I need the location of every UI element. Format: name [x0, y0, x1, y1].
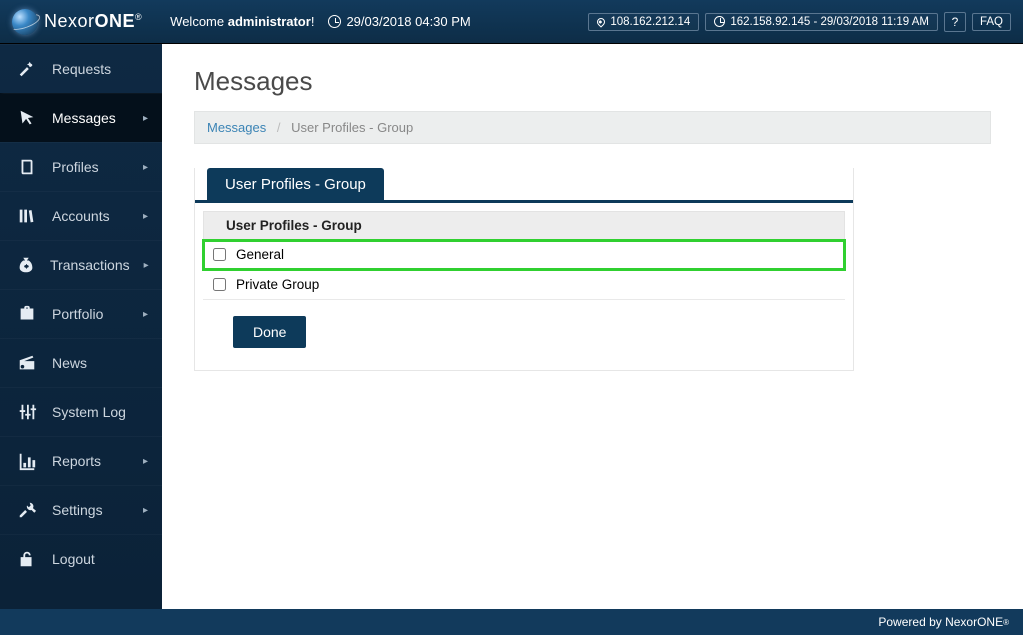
- sidebar-item-label: Accounts: [52, 208, 129, 224]
- footer-reg: ®: [1003, 618, 1009, 627]
- group-checkbox[interactable]: [213, 248, 226, 261]
- cursor-icon: [16, 108, 38, 128]
- sidebar-item-label: Logout: [52, 551, 148, 567]
- moneybag-icon: [16, 255, 36, 275]
- last-ip-chip[interactable]: 162.158.92.145 - 29/03/2018 11:19 AM: [705, 13, 938, 31]
- brand-name-a: Nexor: [44, 11, 95, 31]
- sidebar-item-system-log[interactable]: System Log: [0, 387, 162, 436]
- sidebar-item-requests[interactable]: Requests: [0, 44, 162, 93]
- radio-icon: [16, 353, 38, 373]
- wand-icon: [16, 59, 38, 79]
- sidebar-item-label: Messages: [52, 110, 129, 126]
- tools-icon: [16, 500, 38, 520]
- sidebar-item-label: Portfolio: [52, 306, 129, 322]
- sidebar-item-label: News: [52, 355, 148, 371]
- chevron-right-icon: ▸: [143, 309, 148, 320]
- sidebar-item-transactions[interactable]: Transactions ▸: [0, 240, 162, 289]
- sidebar-item-label: Profiles: [52, 159, 129, 175]
- chevron-right-icon: ▸: [143, 113, 148, 124]
- page-title: Messages: [194, 66, 991, 97]
- tab-row: User Profiles - Group: [195, 168, 853, 203]
- breadcrumb-root-link[interactable]: Messages: [207, 120, 266, 135]
- table-header: User Profiles - Group: [203, 211, 845, 240]
- chart-icon: [16, 451, 38, 471]
- lock-icon: [16, 549, 38, 569]
- breadcrumb-current: User Profiles - Group: [291, 120, 413, 135]
- chevron-right-icon: ▸: [143, 211, 148, 222]
- chevron-right-icon: ▸: [144, 260, 149, 271]
- sidebar-item-label: System Log: [52, 404, 148, 420]
- brand-orb-icon: [12, 9, 38, 35]
- group-row[interactable]: General: [203, 240, 845, 270]
- group-row[interactable]: Private Group: [203, 270, 845, 300]
- books-icon: [16, 206, 38, 226]
- sidebar-item-settings[interactable]: Settings ▸: [0, 485, 162, 534]
- panel: User Profiles - Group User Profiles - Gr…: [194, 168, 854, 371]
- briefcase-icon: [16, 304, 38, 324]
- sidebar-item-label: Reports: [52, 453, 129, 469]
- sidebar-item-logout[interactable]: Logout: [0, 534, 162, 583]
- footer-text: Powered by NexorONE: [878, 615, 1003, 629]
- brand-name-b: ONE: [95, 11, 136, 31]
- faq-button[interactable]: FAQ: [972, 13, 1011, 31]
- sidebar-item-reports[interactable]: Reports ▸: [0, 436, 162, 485]
- chevron-right-icon: ▸: [143, 456, 148, 467]
- tab-user-profiles-group[interactable]: User Profiles - Group: [207, 168, 384, 200]
- welcome-text: Welcome administrator!: [170, 14, 314, 29]
- group-checkbox[interactable]: [213, 278, 226, 291]
- sidebar-item-label: Transactions: [50, 257, 130, 273]
- sidebar-item-label: Requests: [52, 61, 148, 77]
- sidebar-item-profiles[interactable]: Profiles ▸: [0, 142, 162, 191]
- current-ip-text: 108.162.212.14: [610, 16, 690, 28]
- group-label: Private Group: [236, 277, 319, 292]
- help-button[interactable]: ?: [944, 12, 966, 32]
- topbar: NexorONE® Welcome administrator! 29/03/2…: [0, 0, 1023, 44]
- current-ip-chip[interactable]: 108.162.212.14: [588, 13, 699, 31]
- clock-icon: [714, 16, 725, 27]
- breadcrumb: Messages / User Profiles - Group: [194, 111, 991, 144]
- clock-icon: [328, 15, 341, 28]
- sidebar: RequestsMessages▸Profiles▸Accounts▸Trans…: [0, 44, 162, 609]
- sliders-icon: [16, 402, 38, 422]
- sidebar-item-messages[interactable]: Messages ▸: [0, 93, 162, 142]
- last-ip-text: 162.158.92.145 - 29/03/2018 11:19 AM: [730, 16, 929, 28]
- chevron-right-icon: ▸: [143, 505, 148, 516]
- brand-logo[interactable]: NexorONE®: [12, 9, 142, 35]
- footer: Powered by NexorONE®: [0, 609, 1023, 635]
- sidebar-item-news[interactable]: News: [0, 338, 162, 387]
- sidebar-item-accounts[interactable]: Accounts ▸: [0, 191, 162, 240]
- pin-icon: [596, 16, 607, 27]
- brand-reg: ®: [135, 12, 142, 22]
- book-icon: [16, 157, 38, 177]
- done-button[interactable]: Done: [233, 316, 306, 348]
- datetime-text: 29/03/2018 04:30 PM: [346, 14, 470, 29]
- server-datetime: 29/03/2018 04:30 PM: [328, 14, 470, 29]
- sidebar-item-portfolio[interactable]: Portfolio ▸: [0, 289, 162, 338]
- group-label: General: [236, 247, 284, 262]
- chevron-right-icon: ▸: [143, 162, 148, 173]
- sidebar-item-label: Settings: [52, 502, 129, 518]
- content-area: Messages Messages / User Profiles - Grou…: [162, 44, 1023, 609]
